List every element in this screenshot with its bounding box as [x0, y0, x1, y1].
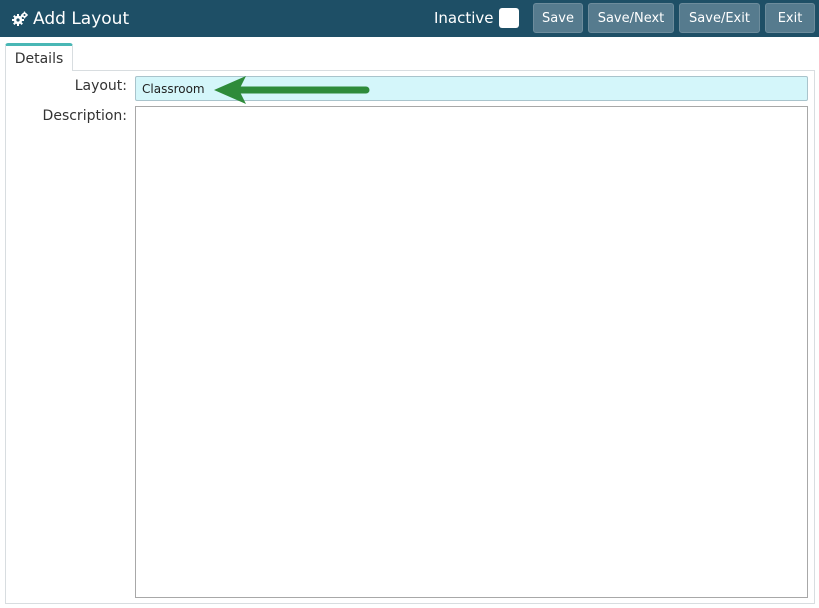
save-exit-button[interactable]: Save/Exit: [679, 3, 760, 33]
layout-label: Layout:: [74, 78, 127, 94]
arrow-left-icon: [214, 76, 370, 104]
tab-details[interactable]: Details: [5, 43, 73, 71]
inactive-label: Inactive: [434, 9, 494, 27]
page-title: Add Layout: [11, 0, 129, 37]
save-button[interactable]: Save: [533, 3, 583, 33]
page-title-text: Add Layout: [33, 8, 130, 29]
exit-button[interactable]: Exit: [765, 3, 815, 33]
description-label: Description:: [42, 108, 127, 124]
inactive-checkbox[interactable]: [498, 8, 519, 28]
save-next-button[interactable]: Save/Next: [588, 3, 674, 33]
inactive-toggle: Inactive: [434, 5, 519, 31]
gear-icon: [11, 10, 29, 28]
header-bar: Add Layout Inactive Save Save/Next Save/…: [0, 0, 819, 37]
description-textarea[interactable]: [135, 106, 808, 598]
